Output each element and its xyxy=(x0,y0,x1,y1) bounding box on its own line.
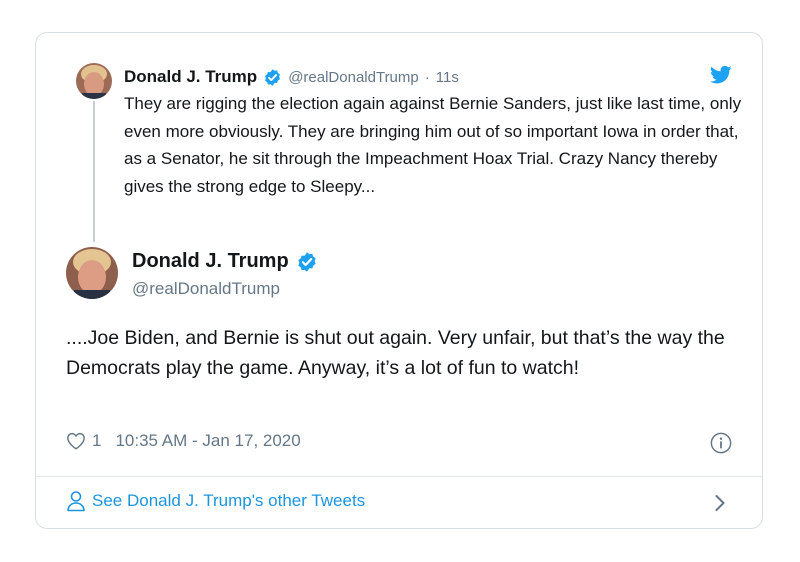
main-author-name[interactable]: Donald J. Trump xyxy=(132,250,289,273)
tweet-meta-row: 1 10:35 AM - Jan 17, 2020 xyxy=(66,431,301,451)
like-count[interactable]: 1 xyxy=(92,431,101,451)
main-author-avatar[interactable] xyxy=(66,247,118,299)
parent-tweet-header: Donald J. Trump @realDonaldTrump · 11s xyxy=(124,66,459,88)
main-tweet-text: ....Joe Biden, and Bernie is shut out ag… xyxy=(66,327,725,379)
parent-author-avatar[interactable] xyxy=(76,63,112,99)
tweet-timestamp[interactable]: 10:35 AM - Jan 17, 2020 xyxy=(115,431,300,451)
heart-icon[interactable] xyxy=(66,432,86,450)
other-tweets-label[interactable]: See Donald J. Trump's other Tweets xyxy=(92,491,365,511)
twitter-bird-icon[interactable] xyxy=(710,65,732,85)
parent-tweet-text: They are rigging the election again agai… xyxy=(124,94,742,196)
parent-author-name[interactable]: Donald J. Trump xyxy=(124,67,257,87)
parent-author-handle[interactable]: @realDonaldTrump xyxy=(288,69,419,86)
embedded-tweet-card: Donald J. Trump @realDonaldTrump · 11s T… xyxy=(35,32,763,529)
chevron-right-icon[interactable] xyxy=(714,494,726,512)
separator-dot: · xyxy=(424,68,430,86)
main-author-handle[interactable]: @realDonaldTrump xyxy=(132,279,280,299)
person-icon xyxy=(67,491,85,512)
footer-divider xyxy=(36,476,762,477)
main-author-name-row: Donald J. Trump xyxy=(132,250,318,273)
verified-badge-icon xyxy=(298,251,316,272)
verified-badge-icon xyxy=(265,68,281,86)
other-tweets-link[interactable]: See Donald J. Trump's other Tweets xyxy=(66,490,365,512)
thread-connector-line xyxy=(93,101,95,242)
parent-tweet-time[interactable]: 11s xyxy=(436,69,459,86)
info-icon[interactable] xyxy=(710,432,732,454)
